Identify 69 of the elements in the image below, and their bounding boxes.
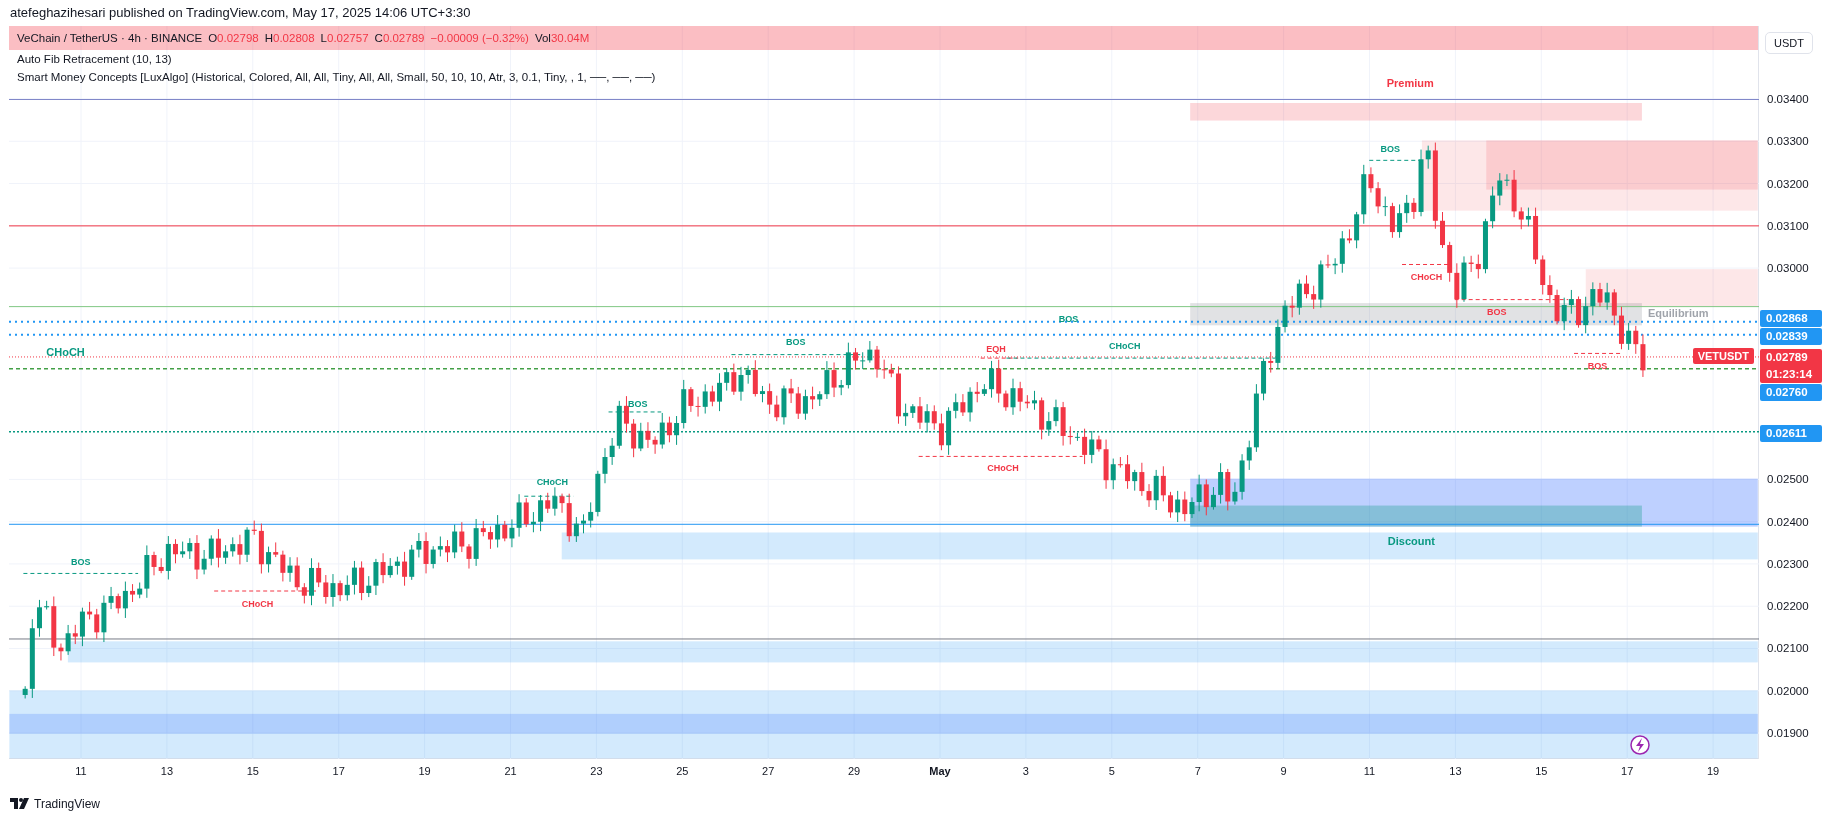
structure-label: BOS [1380, 143, 1401, 154]
date-label: 3 [1022, 765, 1029, 777]
price-label: 0.02200 [1767, 599, 1809, 615]
price-label: 0.02000 [1767, 683, 1809, 699]
price-label: 0.03100 [1767, 218, 1809, 234]
structure-label: CHoCH [1108, 341, 1141, 352]
date-label: 25 [676, 765, 689, 777]
structure-label: CHoCH [241, 598, 274, 609]
structure-label: BOS [1587, 361, 1608, 372]
structure-label: BOS [628, 398, 648, 409]
date-label: 15 [246, 765, 259, 777]
date-label: 9 [1280, 765, 1287, 777]
price-label: 0.02100 [1767, 641, 1809, 657]
ohlc-value: H0.02808 [264, 31, 315, 46]
date-label: 7 [1194, 765, 1201, 777]
volume-value: Vol30.04M [534, 31, 590, 46]
date-label: 23 [590, 765, 603, 777]
price-label: 0.01900 [1767, 726, 1809, 741]
zone-label: Equilibrium [1647, 306, 1709, 319]
date-label: 11 [75, 765, 87, 777]
symbol-title[interactable]: VeChain / TetherUS · 4h · BINANCE [17, 26, 203, 50]
date-label: 11 [1363, 765, 1376, 777]
price-tag: 0.02789 01:23:14 [1760, 349, 1822, 383]
structure-label: BOS [71, 556, 91, 567]
ohlc-value: C0.02789 [374, 31, 425, 46]
date-label: 15 [1535, 765, 1548, 777]
price-tag: 0.02868 [1760, 310, 1822, 327]
price-tag: 0.02611 [1760, 425, 1822, 442]
symbol-tag: VETUSDT [1692, 348, 1754, 364]
date-label: May [929, 765, 951, 777]
price-tag: 0.02839 [1760, 328, 1822, 345]
structure-label: CHoCH [46, 346, 85, 359]
date-label: 27 [762, 765, 775, 777]
date-label: 21 [504, 765, 517, 777]
date-label: 13 [1449, 765, 1462, 777]
price-label: 0.03300 [1767, 134, 1809, 150]
date-label: 19 [418, 765, 431, 777]
ohlc-value: L0.02757 [320, 31, 369, 46]
zone-label: Premium [1386, 77, 1434, 90]
price-label: 0.02300 [1767, 556, 1809, 572]
date-label: 13 [160, 765, 173, 777]
publisher-line: atefeghazihesari published on TradingView.com, May 17, 2025 14:06 UTC+3:30 [9, 4, 472, 22]
price-label: 0.02500 [1767, 472, 1809, 488]
structure-label: EQH [986, 343, 1006, 354]
currency-button[interactable]: USDT [1765, 32, 1813, 54]
lightning-icon[interactable] [1630, 735, 1650, 755]
structure-label: CHoCH [536, 477, 569, 488]
indicator-title[interactable]: Auto Fib Retracement (10, 13) [17, 53, 172, 65]
price-change: −0.00009 (−0.32%) [430, 31, 529, 46]
brand-name: TradingView [34, 796, 101, 811]
structure-label: BOS [786, 336, 806, 347]
ohlc-value: O0.02798 [208, 31, 259, 46]
date-label: 29 [847, 765, 861, 777]
tradingview-logo-icon [10, 798, 30, 809]
date-label: 17 [1621, 765, 1634, 777]
indicator-title[interactable]: Smart Money Concepts [LuxAlgo] (Historical, Colored, All, All, Tiny, All, All, Small, 50, 10, 10, Atr, 3, 0.1, Tiny, , 1, ──, ──, ──) [17, 71, 656, 83]
date-label: 17 [332, 765, 345, 777]
price-tag: 0.02760 [1760, 384, 1822, 401]
structure-label: BOS [1487, 307, 1507, 318]
date-label: 19 [1706, 765, 1720, 777]
price-label: 0.03000 [1767, 261, 1809, 277]
date-label: 5 [1108, 765, 1115, 777]
structure-label: CHoCH [987, 463, 1019, 474]
price-label: 0.02400 [1767, 514, 1809, 530]
zone-label: Discount [1387, 534, 1435, 547]
structure-label: CHoCH [1410, 272, 1443, 283]
price-label: 0.03200 [1767, 176, 1809, 192]
structure-label: BOS [1058, 314, 1079, 325]
price-label: 0.03400 [1767, 92, 1809, 107]
